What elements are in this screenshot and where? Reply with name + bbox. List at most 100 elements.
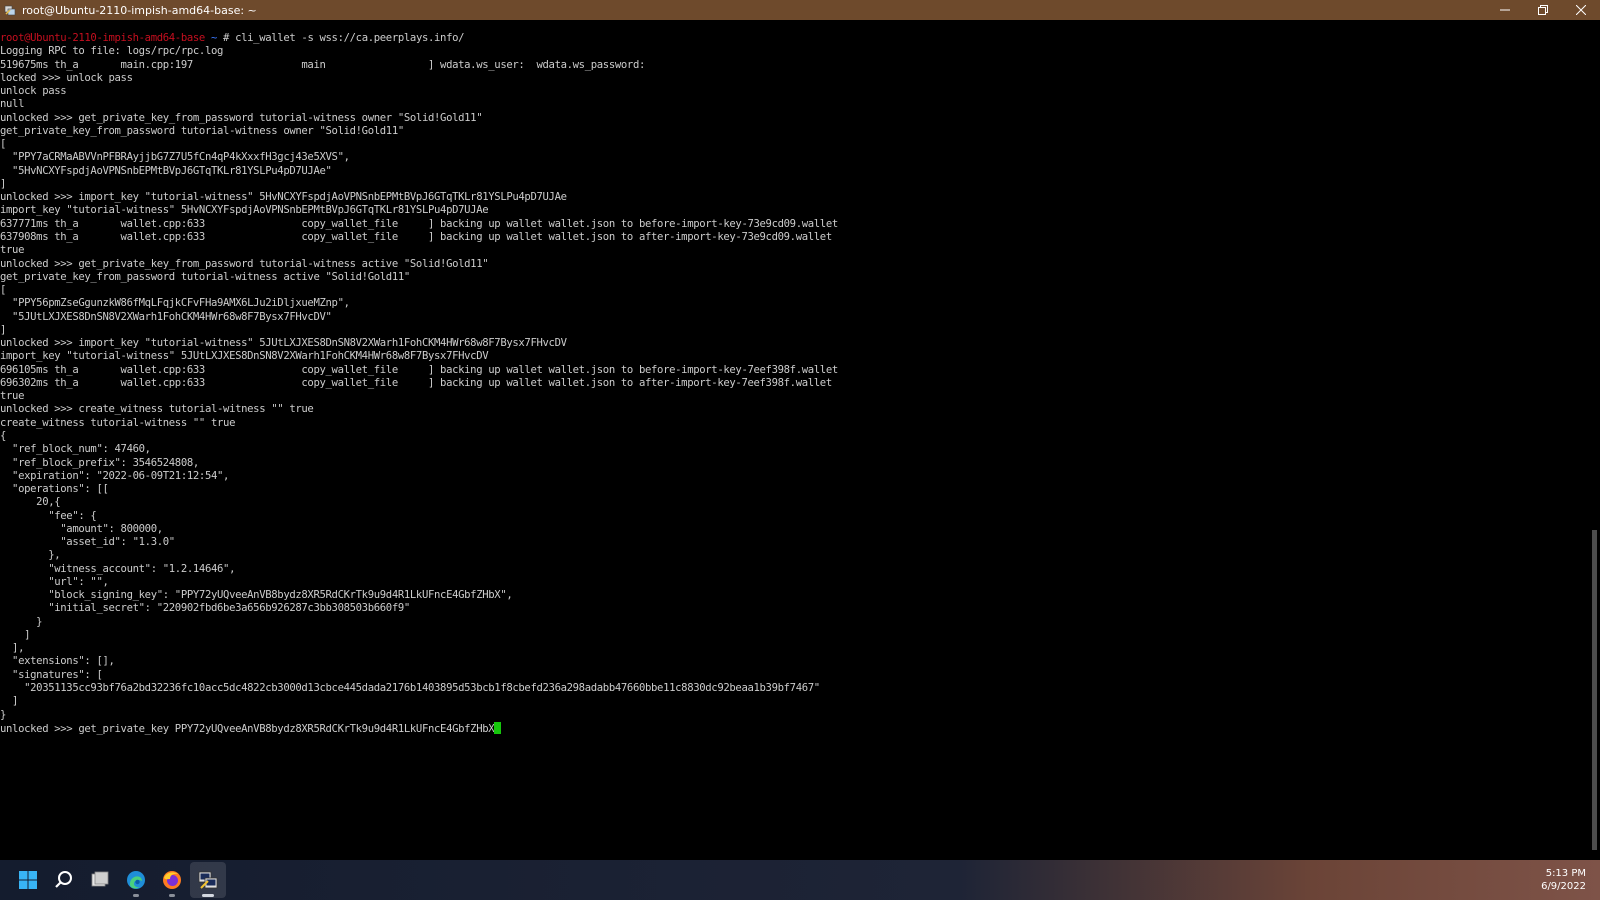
terminal-line: 696105ms th_a wallet.cpp:633 copy_wallet… xyxy=(0,364,1588,377)
terminal-text: [ xyxy=(0,284,7,297)
terminal-line: } xyxy=(0,616,1588,629)
maximize-button[interactable] xyxy=(1524,0,1562,20)
terminal-line: unlocked >>> import_key "tutorial-witnes… xyxy=(0,191,1588,204)
putty-icon xyxy=(198,871,218,889)
terminal-text: "witness_account": "1.2.14646", xyxy=(0,562,236,575)
vertical-scrollbar[interactable] xyxy=(1588,20,1600,860)
edge-button[interactable] xyxy=(118,862,154,898)
terminal-line: "20351135cc93bf76a2bd32236fc10acc5dc4822… xyxy=(0,682,1588,695)
firefox-button[interactable] xyxy=(154,862,190,898)
terminal-text: "extensions": [], xyxy=(0,655,115,668)
terminal-line: get_private_key_from_password tutorial-w… xyxy=(0,271,1588,284)
terminal-line: "block_signing_key": "PPY72yUQveeAnVB8by… xyxy=(0,589,1588,602)
terminal-line: ], xyxy=(0,642,1588,655)
terminal-line: 637771ms th_a wallet.cpp:633 copy_wallet… xyxy=(0,218,1588,231)
terminal-output[interactable]: root@Ubuntu-2110-impish-amd64-base ~ # c… xyxy=(0,32,1588,852)
terminal-line: "witness_account": "1.2.14646", xyxy=(0,563,1588,576)
terminal-text: "ref_block_num": 47460, xyxy=(0,443,151,456)
task-view-icon xyxy=(91,871,109,887)
clock-time: 5:13 PM xyxy=(1545,868,1586,879)
scrollbar-thumb[interactable] xyxy=(1592,530,1597,850)
terminal-text: "ref_block_prefix": 3546524808, xyxy=(0,456,199,469)
terminal-line: locked >>> unlock pass xyxy=(0,72,1588,85)
terminal-line: "PPY56pmZseGgunzkW86fMqLFqjkCFvFHa9AMX6L… xyxy=(0,297,1588,310)
terminal-line: "amount": 800000, xyxy=(0,523,1588,536)
minimize-button[interactable] xyxy=(1486,0,1524,20)
search-icon xyxy=(55,871,72,888)
terminal-text: 20,{ xyxy=(0,496,61,509)
terminal-line: unlocked >>> get_private_key PPY72yUQvee… xyxy=(0,721,1588,735)
terminal-line: "extensions": [], xyxy=(0,655,1588,668)
window-controls xyxy=(1486,0,1600,20)
terminal-line: "signatures": [ xyxy=(0,669,1588,682)
terminal-text: true xyxy=(0,244,25,257)
terminal-text: "url": "", xyxy=(0,575,109,588)
terminal-line: "5HvNCXYFspdjAoVPNSnbEPMtBVpJ6GTqTKLr81Y… xyxy=(0,165,1588,178)
terminal-text: null xyxy=(0,98,25,111)
terminal-line: ] xyxy=(0,178,1588,191)
terminal-line: 519675ms th_a main.cpp:197 main ] wdata.… xyxy=(0,59,1588,72)
terminal-line: create_witness tutorial-witness "" true xyxy=(0,417,1588,430)
putty-button[interactable] xyxy=(190,862,226,898)
terminal-text: Logging RPC to file: logs/rpc/rpc.log xyxy=(0,45,224,58)
terminal-text: unlocked >>> create_witness tutorial-wit… xyxy=(0,403,314,416)
terminal-text: "fee": { xyxy=(0,509,97,522)
terminal-text: locked >>> unlock pass xyxy=(0,71,133,84)
close-button[interactable] xyxy=(1562,0,1600,20)
clock-date: 6/9/2022 xyxy=(1541,881,1586,892)
terminal-line: 696302ms th_a wallet.cpp:633 copy_wallet… xyxy=(0,377,1588,390)
taskbar: 5:13 PM 6/9/2022 xyxy=(0,860,1600,900)
terminal-line: import_key "tutorial-witness" 5JUtLXJXES… xyxy=(0,350,1588,363)
terminal-line: import_key "tutorial-witness" 5HvNCXYFsp… xyxy=(0,204,1588,217)
terminal-text: unlock pass xyxy=(0,85,67,98)
terminal-text: [ xyxy=(0,138,7,151)
terminal-text: true xyxy=(0,390,25,403)
firefox-icon xyxy=(163,871,181,889)
terminal-line: unlocked >>> create_witness tutorial-wit… xyxy=(0,403,1588,416)
terminal-line: "fee": { xyxy=(0,510,1588,523)
terminal-text: "signatures": [ xyxy=(0,668,103,681)
terminal-line: unlocked >>> get_private_key_from_passwo… xyxy=(0,112,1588,125)
maximize-icon xyxy=(1538,5,1548,15)
terminal-text: get_private_key_from_password tutorial-w… xyxy=(0,124,404,137)
terminal-text: "operations": [[ xyxy=(0,483,109,496)
terminal-line: }, xyxy=(0,549,1588,562)
system-clock[interactable]: 5:13 PM 6/9/2022 xyxy=(1541,867,1586,893)
terminal-line: "5JUtLXJXES8DnSN8V2XWarh1FohCKM4HWr68w8F… xyxy=(0,311,1588,324)
terminal-text: 696105ms th_a wallet.cpp:633 copy_wallet… xyxy=(0,363,838,376)
terminal-line: 20,{ xyxy=(0,496,1588,509)
terminal-line: unlocked >>> import_key "tutorial-witnes… xyxy=(0,337,1588,350)
terminal-text: ~ xyxy=(204,32,224,44)
terminal-line: } xyxy=(0,709,1588,722)
terminal-text: ] xyxy=(0,695,19,708)
terminal-text: }, xyxy=(0,549,61,562)
title-bar[interactable]: root@Ubuntu-2110-impish-amd64-base: ~ xyxy=(0,0,1600,20)
terminal-text: } xyxy=(0,708,7,721)
terminal-line: [ xyxy=(0,138,1588,151)
terminal-text: "asset_id": "1.3.0" xyxy=(0,536,175,549)
terminal-line: "url": "", xyxy=(0,576,1588,589)
search-button[interactable] xyxy=(46,862,82,898)
edge-icon xyxy=(127,871,145,889)
terminal-text: 637771ms th_a wallet.cpp:633 copy_wallet… xyxy=(0,217,838,230)
terminal-line: 637908ms th_a wallet.cpp:633 copy_wallet… xyxy=(0,231,1588,244)
terminal-line: null xyxy=(0,98,1588,111)
windows-logo-icon xyxy=(19,871,37,889)
terminal-line: "expiration": "2022-06-09T21:12:54", xyxy=(0,470,1588,483)
terminal-text: # cli_wallet -s wss://ca.peerplays.info/ xyxy=(223,32,465,44)
task-view-button[interactable] xyxy=(82,862,118,898)
terminal-line: "initial_secret": "220902fbd6be3a656b926… xyxy=(0,602,1588,615)
terminal-text: 519675ms th_a main.cpp:197 main ] wdata.… xyxy=(0,58,645,71)
terminal-line: true xyxy=(0,244,1588,257)
terminal-text: "5HvNCXYFspdjAoVPNSnbEPMtBVpJ6GTqTKLr81Y… xyxy=(0,164,332,177)
terminal-text: "amount": 800000, xyxy=(0,522,163,535)
terminal-text: unlocked >>> get_private_key_from_passwo… xyxy=(0,257,489,270)
terminal-line: { xyxy=(0,430,1588,443)
terminal-text: "PPY56pmZseGgunzkW86fMqLFqjkCFvFHa9AMX6L… xyxy=(0,297,350,310)
minimize-icon xyxy=(1500,9,1510,11)
start-button[interactable] xyxy=(10,862,46,898)
terminal-line: "ref_block_num": 47460, xyxy=(0,443,1588,456)
terminal-text: unlocked >>> import_key "tutorial-witnes… xyxy=(0,191,567,204)
terminal-line: ] xyxy=(0,629,1588,642)
terminal-line: ] xyxy=(0,324,1588,337)
